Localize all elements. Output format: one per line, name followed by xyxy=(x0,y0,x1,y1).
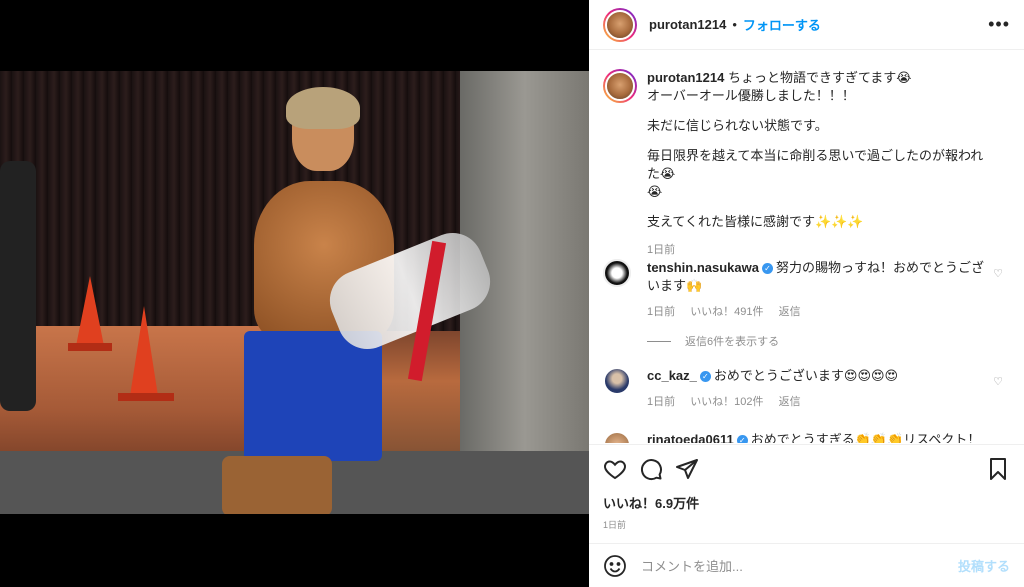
post-time[interactable]: 1日前 xyxy=(603,518,626,531)
comment-body: rinatoeda0611✓おめでとうすぎる👏👏👏リスペクト！✨ xyxy=(647,431,992,443)
avatar-image xyxy=(605,9,635,40)
comment-like-icon[interactable]: ♡ xyxy=(993,375,1003,388)
avatar-image xyxy=(603,367,631,395)
like-count[interactable]: いいね！6.9万件 xyxy=(603,493,699,512)
comment-composer: コメントを追加... 投稿する xyxy=(589,543,1024,587)
traffic-cone-base xyxy=(68,343,112,351)
follow-button[interactable]: フォローする xyxy=(743,15,821,34)
traffic-cone xyxy=(130,306,158,396)
verified-badge-icon: ✓ xyxy=(761,263,773,275)
comment-input[interactable]: コメントを追加... xyxy=(641,556,958,575)
comment-item: tenshin.nasukawa ✓ 努力の賜物っすね！おめでとうございます🙌 1日… xyxy=(603,259,1003,329)
avatar-image xyxy=(603,259,631,287)
avatar[interactable] xyxy=(603,7,637,42)
avatar[interactable] xyxy=(603,431,631,443)
post-actions: いいね！6.9万件 1日前 xyxy=(589,444,1024,544)
caption-line: 毎日限界を越えて本当に命削る思いで過ごしたのが報われた😭 xyxy=(647,148,984,181)
avatar[interactable] xyxy=(603,69,637,103)
comment-body: cc_kaz_ ✓ おめでとうございます😍😍😍😍 1日前 いいね！102件 返信 xyxy=(647,367,992,411)
comment-text: おめでとうございます😍😍😍😍 xyxy=(713,368,899,383)
caption-line xyxy=(647,105,992,117)
avatar-image xyxy=(603,431,631,443)
reply-button[interactable]: 返信 xyxy=(779,396,801,408)
comment-item: cc_kaz_ ✓ おめでとうございます😍😍😍😍 1日前 いいね！102件 返信 ♡ xyxy=(603,367,1003,417)
caption-line: ちょっと物語できすぎてます😭 xyxy=(727,70,912,85)
traffic-cone xyxy=(76,276,104,346)
comment-username[interactable]: rinatoeda0611 xyxy=(647,432,734,443)
avatar-image xyxy=(605,71,635,101)
comment-username[interactable]: tenshin.nasukawa xyxy=(647,260,759,275)
caption-line xyxy=(647,201,992,213)
traffic-cone-base xyxy=(118,393,174,401)
caption-time[interactable]: 1日前 xyxy=(647,244,675,256)
comment-time[interactable]: 1日前 xyxy=(647,306,675,318)
verified-badge-icon: ✓ xyxy=(736,435,748,443)
caption-body: purotan1214 ちょっと物語できすぎてます😭 オーバーオール優勝しました… xyxy=(647,69,992,259)
header-username[interactable]: purotan1214 xyxy=(649,17,726,32)
post-comment-button[interactable]: 投稿する xyxy=(958,556,1010,575)
caption-username[interactable]: purotan1214 xyxy=(647,70,724,85)
caption-line: 😭 xyxy=(647,184,663,199)
post-header: purotan1214 • フォローする ••• xyxy=(589,0,1024,50)
view-replies-label[interactable]: 返信6件を表示する xyxy=(685,333,779,349)
post-photo[interactable] xyxy=(0,71,589,514)
avatar[interactable] xyxy=(603,367,631,395)
blue-shorts xyxy=(244,331,382,461)
replies-line xyxy=(647,340,671,342)
share-paper-plane-icon[interactable] xyxy=(675,457,699,481)
caption: purotan1214 ちょっと物語できすぎてます😭 オーバーオール優勝しました… xyxy=(603,69,1003,256)
comment-bubble-icon[interactable] xyxy=(639,457,663,481)
comment-likes[interactable]: いいね！102件 xyxy=(690,396,763,408)
caption-line: オーバーオール優勝しました！！！ xyxy=(647,88,855,103)
avatar[interactable] xyxy=(603,259,631,287)
photo-viewer xyxy=(0,0,589,587)
reply-button[interactable]: 返信 xyxy=(779,306,801,318)
emoji-icon[interactable] xyxy=(603,554,627,578)
more-options-icon[interactable]: ••• xyxy=(988,14,1010,35)
comment-time[interactable]: 1日前 xyxy=(647,396,675,408)
background-person xyxy=(0,161,36,411)
caption-line: 未だに信じられない状態です。 xyxy=(647,118,828,133)
caption-line xyxy=(647,135,992,147)
hair xyxy=(286,87,360,129)
separator-dot: • xyxy=(732,17,737,32)
bookmark-icon[interactable] xyxy=(986,457,1010,481)
comment-like-icon[interactable]: ♡ xyxy=(993,267,1003,280)
comment-username[interactable]: cc_kaz_ xyxy=(647,368,697,383)
comment-likes[interactable]: いいね！491件 xyxy=(690,306,763,318)
comment-item: rinatoeda0611✓おめでとうすぎる👏👏👏リスペクト！✨ xyxy=(603,431,1003,443)
view-replies[interactable]: 返信6件を表示する xyxy=(647,333,779,349)
comments-list[interactable]: purotan1214 ちょっと物語できすぎてます😭 オーバーオール優勝しました… xyxy=(589,51,1024,443)
post-side-panel: purotan1214 • フォローする ••• purotan1214 ちょっ… xyxy=(589,0,1024,587)
comment-body: tenshin.nasukawa ✓ 努力の賜物っすね！おめでとうございます🙌 1日… xyxy=(647,259,987,321)
verified-badge-icon: ✓ xyxy=(699,371,711,383)
legs xyxy=(222,456,332,514)
caption-line: 支えてくれた皆様に感謝です✨✨✨ xyxy=(647,214,864,229)
like-heart-icon[interactable] xyxy=(603,457,627,481)
